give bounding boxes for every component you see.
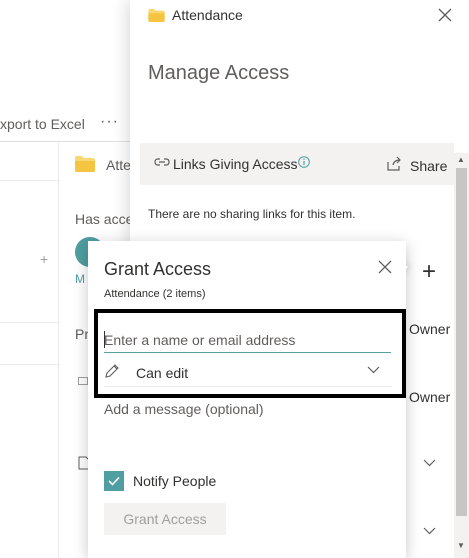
add-people-icon[interactable]: +	[422, 260, 436, 284]
message-field[interactable]: Add a message (optional)	[104, 401, 264, 417]
export-to-excel-button[interactable]: xport to Excel	[0, 116, 85, 132]
no-links-message: There are no sharing links for this item…	[148, 207, 356, 221]
has-access-label: Has acce	[75, 211, 134, 227]
panel-title: Manage Access	[148, 62, 290, 84]
highlight-box	[94, 309, 406, 398]
close-icon[interactable]	[438, 8, 452, 22]
grant-access-button[interactable]: Grant Access	[104, 503, 226, 535]
dialog-subtitle: Attendance (2 items)	[104, 288, 206, 300]
notify-people-label: Notify People	[133, 473, 217, 489]
more-options-icon[interactable]: ···	[100, 113, 119, 131]
details-pane-divider	[58, 142, 59, 558]
links-giving-access-label: Links Giving Access	[173, 156, 298, 172]
notify-people-checkbox[interactable]	[104, 471, 124, 491]
list-divider	[0, 364, 60, 365]
section-label: Pr	[75, 326, 89, 342]
avatar-name: M	[75, 272, 85, 286]
folder-icon	[148, 9, 165, 22]
list-divider	[0, 322, 60, 323]
owner-role-label: Owner	[409, 389, 451, 405]
link-icon	[154, 158, 170, 166]
close-icon[interactable]	[378, 260, 392, 274]
panel-breadcrumb: Attendance	[172, 7, 243, 23]
share-icon[interactable]	[386, 156, 402, 172]
owner-role-label: Owner	[409, 321, 451, 337]
scroll-down-icon[interactable]: ▼	[457, 541, 465, 550]
folder-icon	[75, 156, 95, 172]
text-field-icon	[78, 377, 88, 385]
share-button[interactable]: Share	[410, 158, 447, 174]
checkmark-icon	[108, 476, 120, 486]
command-bar: xport to Excel ···	[0, 105, 140, 142]
list-divider	[0, 180, 60, 181]
chevron-down-icon[interactable]	[423, 459, 436, 467]
plus-icon[interactable]: +	[40, 251, 48, 267]
scroll-up-icon[interactable]: ▲	[457, 155, 465, 164]
info-icon[interactable]	[298, 156, 310, 168]
scrollbar-thumb[interactable]	[456, 168, 467, 516]
dialog-title: Grant Access	[104, 259, 212, 279]
chevron-down-icon[interactable]	[423, 527, 436, 535]
details-item-title: Atte	[106, 157, 131, 173]
